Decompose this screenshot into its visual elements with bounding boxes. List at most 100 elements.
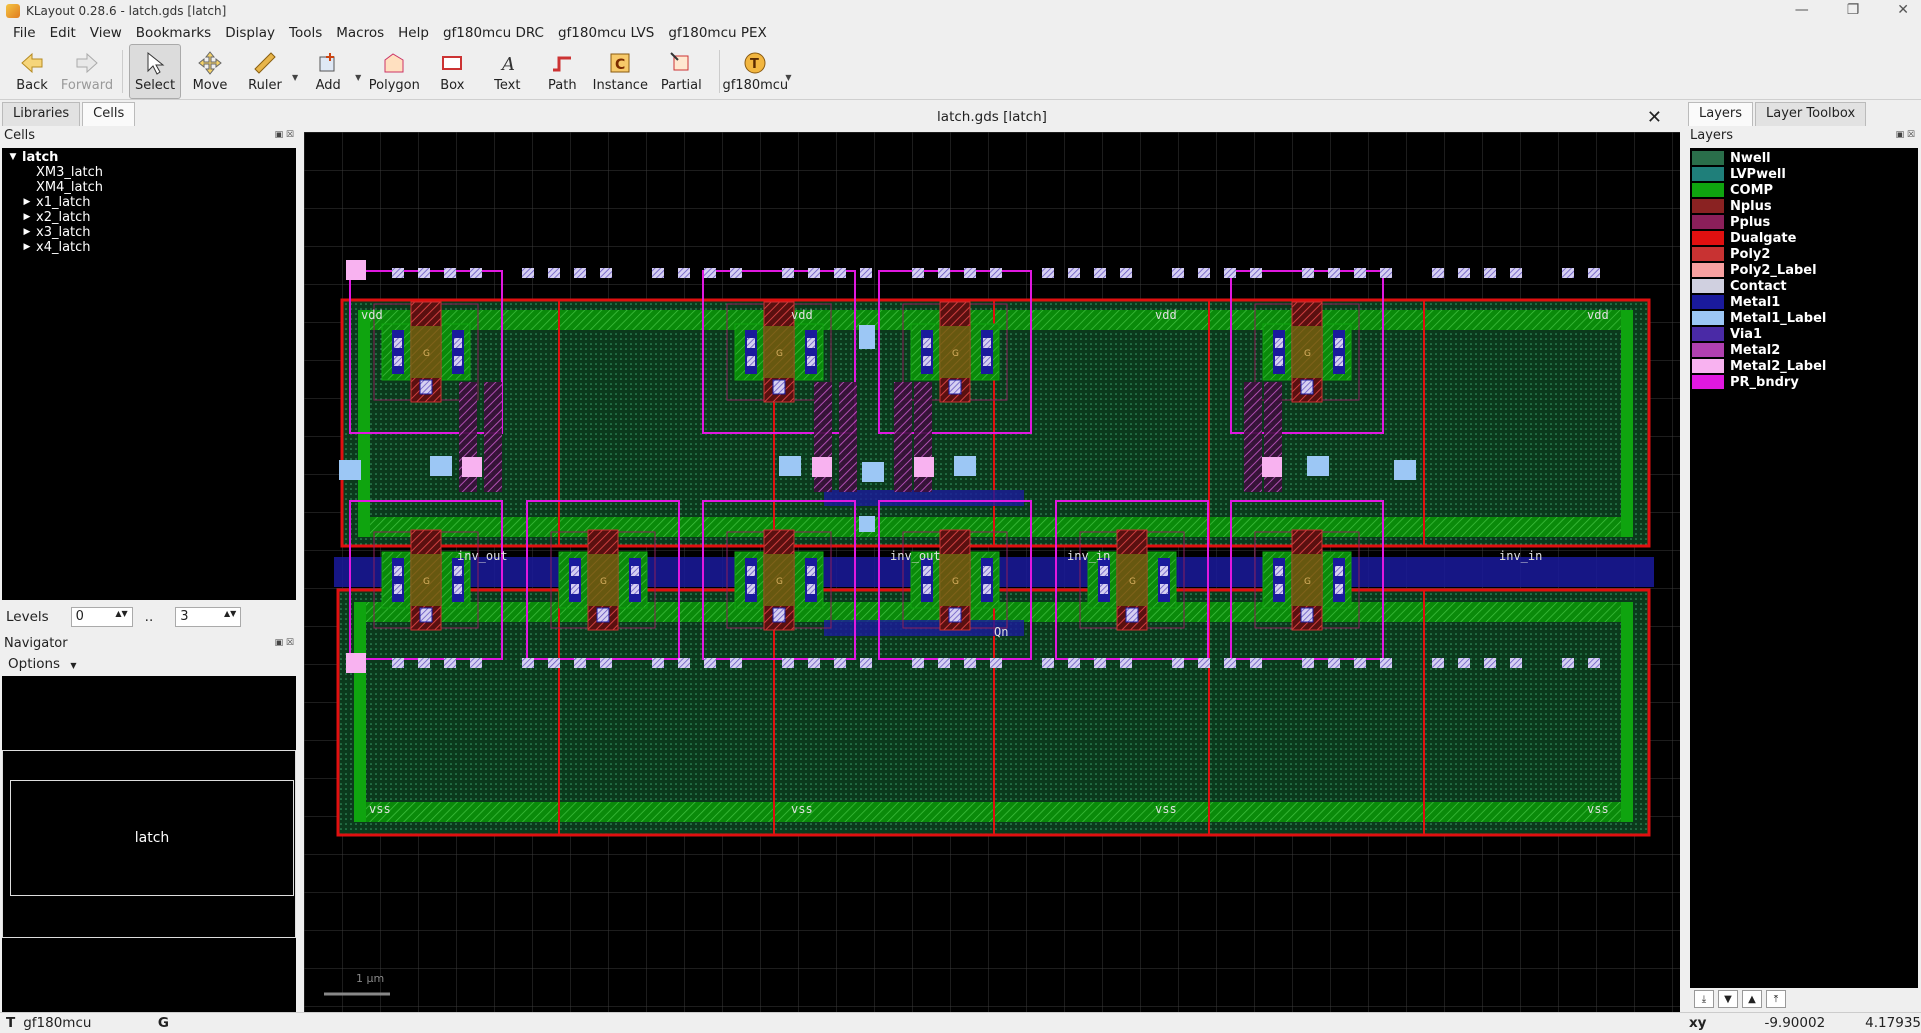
rail-contact: [678, 658, 690, 668]
menu-file[interactable]: File: [6, 25, 43, 41]
layer-row[interactable]: Via1: [1690, 326, 1918, 342]
layer-row[interactable]: Nplus: [1690, 198, 1918, 214]
layer-row[interactable]: Metal2_Label: [1690, 358, 1918, 374]
menu-gf180mcu-lvs[interactable]: gf180mcu LVS: [551, 25, 661, 41]
close-layout-icon[interactable]: ✕: [1647, 107, 1662, 128]
gate-marker: G: [776, 349, 783, 359]
layout-canvas[interactable]: G G G G G G G G G G vdd vdd vdd vdd vss vss vss v…: [304, 132, 1680, 1012]
partial-tool-button[interactable]: Partial: [652, 44, 710, 99]
tab-libraries[interactable]: Libraries: [2, 102, 81, 126]
label-qn: Qn: [994, 625, 1008, 639]
ruler-tool-button[interactable]: Ruler: [239, 44, 291, 99]
cell-tree-item[interactable]: XM3_latch: [2, 165, 296, 180]
expand-arrow-icon[interactable]: ▼: [4, 150, 22, 165]
select-tool-button[interactable]: Select: [129, 44, 181, 99]
chevron-down-icon: ▼: [70, 661, 77, 670]
back-button[interactable]: Back: [6, 44, 58, 99]
layer-row[interactable]: Metal1_Label: [1690, 310, 1918, 326]
metal1-label-pin: [859, 325, 875, 349]
tech-dropdown-icon[interactable]: ▼: [785, 73, 791, 82]
contact: [1275, 566, 1283, 576]
add-dropdown-icon[interactable]: ▼: [355, 73, 361, 82]
layer-row[interactable]: Contact: [1690, 278, 1918, 294]
tab-layers[interactable]: Layers: [1688, 102, 1754, 126]
move-layer-top-icon[interactable]: ⤒: [1766, 990, 1786, 1008]
layer-list[interactable]: Nwell LVPwell COMP Nplus Pplus Dualgate Poly2 P…: [1690, 148, 1918, 988]
rail-contact: [600, 658, 612, 668]
path-tool-button[interactable]: Path: [536, 44, 588, 99]
contact: [1100, 566, 1108, 576]
instance-tool-button[interactable]: C Instance: [591, 44, 649, 99]
expand-arrow-icon[interactable]: ▶: [18, 195, 36, 210]
menu-macros[interactable]: Macros: [329, 25, 391, 41]
layer-row[interactable]: Poly2: [1690, 246, 1918, 262]
rail-contact: [1458, 658, 1470, 668]
layout-drawing[interactable]: G G G G G G G G G G vdd vdd vdd vdd vss vss vss v…: [304, 132, 1680, 1012]
layer-row[interactable]: Metal2: [1690, 342, 1918, 358]
layer-row[interactable]: LVPwell: [1690, 166, 1918, 182]
dock-buttons[interactable]: ▣ ☒: [275, 638, 294, 648]
tab-cells[interactable]: Cells: [82, 102, 136, 126]
cell-tree-item[interactable]: ▼ latch: [2, 150, 296, 165]
polygon-tool-button[interactable]: Polygon: [365, 44, 423, 99]
layer-row[interactable]: Dualgate: [1690, 230, 1918, 246]
menu-gf180mcu-drc[interactable]: gf180mcu DRC: [436, 25, 551, 41]
dock-buttons[interactable]: ▣ ☒: [1896, 130, 1915, 140]
cell-tree-item[interactable]: ▶ x4_latch: [2, 240, 296, 255]
expand-arrow-icon[interactable]: ▶: [18, 210, 36, 225]
menu-tools[interactable]: Tools: [282, 25, 329, 41]
move-tool-button[interactable]: Move: [184, 44, 236, 99]
level-to-spinbox[interactable]: 3 ▲▼: [175, 607, 242, 627]
cell-tree-item[interactable]: ▶ x1_latch: [2, 195, 296, 210]
contact: [1335, 584, 1343, 594]
forward-button[interactable]: Forward: [61, 44, 113, 99]
ruler-dropdown-icon[interactable]: ▼: [292, 73, 298, 82]
add-button[interactable]: Add: [302, 44, 354, 99]
layer-row[interactable]: Pplus: [1690, 214, 1918, 230]
right-panel: Layers Layer Toolbox Layers ▣ ☒ Nwell LVP…: [1686, 102, 1921, 1010]
rail-contact: [704, 268, 716, 278]
spin-arrows-icon[interactable]: ▲▼: [115, 609, 127, 625]
tab-layer-toolbox[interactable]: Layer Toolbox: [1755, 102, 1867, 126]
move-layer-up-icon[interactable]: ▲: [1742, 990, 1762, 1008]
navigator-viewport[interactable]: latch: [2, 750, 296, 938]
menu-bookmarks[interactable]: Bookmarks: [129, 25, 218, 41]
box-tool-button[interactable]: Box: [426, 44, 478, 99]
layer-row[interactable]: Nwell: [1690, 150, 1918, 166]
layer-row[interactable]: COMP: [1690, 182, 1918, 198]
navigator-view[interactable]: latch: [2, 676, 296, 1033]
menu-help[interactable]: Help: [391, 25, 436, 41]
cell-tree-item[interactable]: XM4_latch: [2, 180, 296, 195]
layer-row[interactable]: Metal1: [1690, 294, 1918, 310]
expand-arrow-icon[interactable]: ▶: [18, 225, 36, 240]
text-tool-button[interactable]: A Text: [481, 44, 533, 99]
cell-tree-item[interactable]: ▶ x2_latch: [2, 210, 296, 225]
rail-contact: [1432, 268, 1444, 278]
technology-icon: T: [744, 52, 766, 74]
menu-view[interactable]: View: [83, 25, 129, 41]
menu-edit[interactable]: Edit: [43, 25, 83, 41]
level-from-spinbox[interactable]: 0 ▲▼: [70, 607, 133, 627]
move-layer-bottom-icon[interactable]: ⤓: [1694, 990, 1714, 1008]
close-window-button[interactable]: ✕: [1897, 2, 1909, 18]
navigator-options-button[interactable]: Options ▼: [8, 656, 77, 672]
move-layer-down-icon[interactable]: ▼: [1718, 990, 1738, 1008]
dock-buttons[interactable]: ▣ ☒: [275, 130, 294, 140]
navigator-cell-box: latch: [10, 780, 294, 896]
spin-arrows-icon[interactable]: ▲▼: [224, 609, 236, 625]
maximize-button[interactable]: ❐: [1847, 2, 1860, 18]
layer-row[interactable]: PR_bndry: [1690, 374, 1918, 390]
menu-gf180mcu-pex[interactable]: gf180mcu PEX: [661, 25, 773, 41]
gate-contact: [419, 379, 433, 395]
rail-contact: [678, 268, 690, 278]
layer-row[interactable]: Poly2_Label: [1690, 262, 1918, 278]
cell-tree[interactable]: ▼ latch XM3_latch XM4_latch ▶ x1_latch ▶ x2_lat…: [2, 148, 296, 600]
minimize-button[interactable]: —: [1795, 2, 1809, 18]
left-panel: Libraries Cells Cells ▣ ☒ ▼ latch XM3_latc…: [0, 102, 300, 1033]
rail-contact: [860, 268, 872, 278]
expand-arrow-icon[interactable]: ▶: [18, 240, 36, 255]
cell-tree-item[interactable]: ▶ x3_latch: [2, 225, 296, 240]
label-vss: vss: [1587, 802, 1609, 816]
tech-button[interactable]: T gf180mcu: [722, 44, 788, 99]
menu-display[interactable]: Display: [218, 25, 282, 41]
